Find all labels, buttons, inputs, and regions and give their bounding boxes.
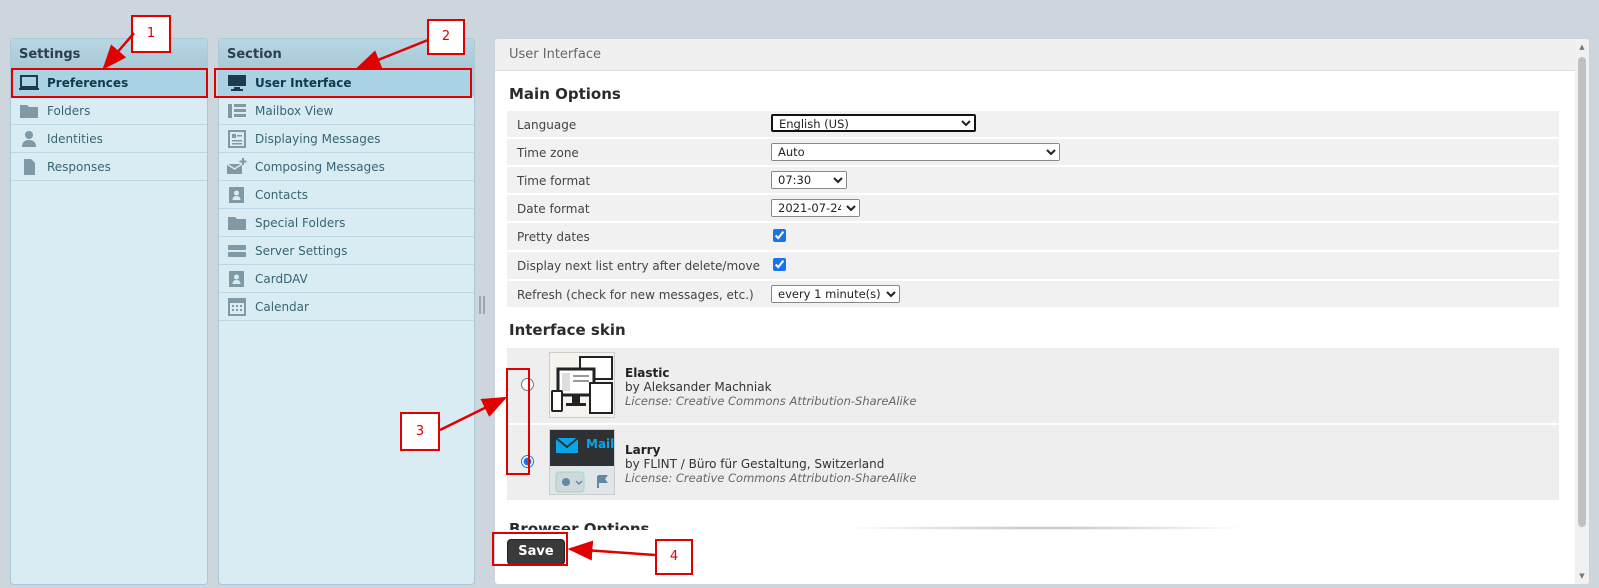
section-item-server-settings[interactable]: Server Settings [219, 237, 474, 265]
fade-divider [835, 526, 1255, 530]
option-label: Time format [517, 174, 591, 188]
section-item-label: Special Folders [255, 216, 346, 230]
contact-card-icon [227, 270, 247, 288]
section-item-mailbox-view[interactable]: Mailbox View [219, 97, 474, 125]
option-label: Language [517, 118, 577, 132]
annotation-box-user-interface [214, 68, 472, 98]
skin-license: License: Creative Commons Attribution-Sh… [625, 471, 917, 485]
server-icon [227, 242, 247, 260]
settings-item-responses[interactable]: Responses [11, 153, 207, 181]
settings-header: Settings [11, 39, 207, 69]
section-item-label: Displaying Messages [255, 132, 381, 146]
skin-author: by FLINT / Büro für Gestaltung, Switzerl… [625, 457, 885, 471]
option-row-refresh: Refresh (check for new messages, etc.) e… [507, 281, 1559, 307]
option-row-display-next: Display next list entry after delete/mov… [507, 252, 1559, 279]
option-row-pretty-dates: Pretty dates [507, 223, 1559, 250]
settings-item-folders[interactable]: Folders [11, 97, 207, 125]
contact-card-icon [227, 186, 247, 204]
section-item-carddav[interactable]: CardDAV [219, 265, 474, 293]
option-label: Display next list entry after delete/mov… [517, 259, 760, 273]
option-label: Date format [517, 202, 590, 216]
content-scrollbar[interactable]: ▲ ▼ [1575, 39, 1589, 584]
section-item-label: Contacts [255, 188, 308, 202]
annotation-number-3: 3 [400, 412, 440, 451]
annotation-number-2: 2 [427, 19, 465, 55]
skin-license: License: Creative Commons Attribution-Sh… [625, 394, 917, 408]
section-item-special-folders[interactable]: Special Folders [219, 209, 474, 237]
list-layout-icon [227, 102, 247, 120]
folder-icon [227, 214, 247, 232]
skin-name: Larry [625, 443, 661, 457]
annotation-box-preferences [11, 68, 208, 98]
section-item-contacts[interactable]: Contacts [219, 181, 474, 209]
skin-row-larry[interactable]: Mail Larry by FLINT / Büro für Gestaltun… [507, 425, 1559, 500]
section-panel: Section User Interface Mailbox View Disp… [218, 38, 475, 585]
settings-item-label: Identities [47, 132, 103, 146]
person-icon [19, 130, 39, 148]
elastic-devices-icon [551, 356, 613, 414]
content-header: User Interface [495, 39, 1589, 71]
option-label: Refresh (check for new messages, etc.) [517, 288, 754, 302]
skin-author: by Aleksander Machniak [625, 380, 772, 394]
settings-item-label: Responses [47, 160, 111, 174]
compose-icon [226, 158, 247, 176]
display-next-checkbox[interactable] [773, 258, 786, 271]
settings-panel: Settings Preferences Folders Identities … [10, 38, 208, 585]
timezone-select[interactable]: Auto [771, 143, 1060, 161]
calendar-icon [227, 298, 247, 316]
section-item-label: CardDAV [255, 272, 308, 286]
time-format-select[interactable]: 07:30 [771, 171, 847, 189]
annotation-box-skin-radios [506, 368, 530, 475]
refresh-select[interactable]: every 1 minute(s) [771, 285, 900, 303]
section-item-composing-messages[interactable]: Composing Messages [219, 153, 474, 181]
section-item-label: Server Settings [255, 244, 348, 258]
language-select[interactable]: English (US) [771, 114, 976, 132]
section-item-displaying-messages[interactable]: Displaying Messages [219, 125, 474, 153]
option-label: Time zone [517, 146, 579, 160]
annotation-number-1: 1 [131, 15, 171, 53]
pretty-dates-checkbox[interactable] [773, 229, 786, 242]
section-item-label: Calendar [255, 300, 309, 314]
option-row-date-format: Date format 2021-07-24 [507, 195, 1559, 221]
folder-icon [19, 102, 39, 120]
option-row-time-format: Time format 07:30 [507, 167, 1559, 193]
panel-splitter[interactable] [479, 296, 485, 314]
document-icon [19, 158, 39, 176]
option-row-timezone: Time zone Auto [507, 139, 1559, 165]
option-row-language: Language English (US) [507, 111, 1559, 137]
date-format-select[interactable]: 2021-07-24 [771, 199, 860, 217]
content-panel: User Interface Main Options Language Eng… [494, 38, 1590, 585]
scroll-down-icon[interactable]: ▼ [1578, 572, 1586, 580]
larry-thumb-label: Mail [586, 437, 615, 451]
option-label: Pretty dates [517, 230, 590, 244]
skin-name: Elastic [625, 366, 670, 380]
settings-item-label: Folders [47, 104, 91, 118]
annotation-number-4: 4 [655, 539, 693, 575]
section-item-calendar[interactable]: Calendar [219, 293, 474, 321]
main-options-title: Main Options [509, 85, 621, 103]
section-item-label: Mailbox View [255, 104, 334, 118]
larry-thumbnail: Mail [549, 429, 615, 495]
scroll-thumb[interactable] [1578, 57, 1586, 527]
browser-options-title: Browser Options [509, 520, 650, 530]
elastic-thumbnail [549, 352, 615, 418]
main-options-table: Language English (US) Time zone Auto Tim… [507, 111, 1559, 309]
skin-row-elastic[interactable]: Elastic by Aleksander Machniak License: … [507, 348, 1559, 423]
settings-item-identities[interactable]: Identities [11, 125, 207, 153]
interface-skin-title: Interface skin [509, 321, 626, 339]
scroll-up-icon[interactable]: ▲ [1578, 43, 1586, 51]
message-view-icon [227, 130, 247, 148]
section-item-label: Composing Messages [255, 160, 385, 174]
annotation-box-save [492, 532, 568, 566]
